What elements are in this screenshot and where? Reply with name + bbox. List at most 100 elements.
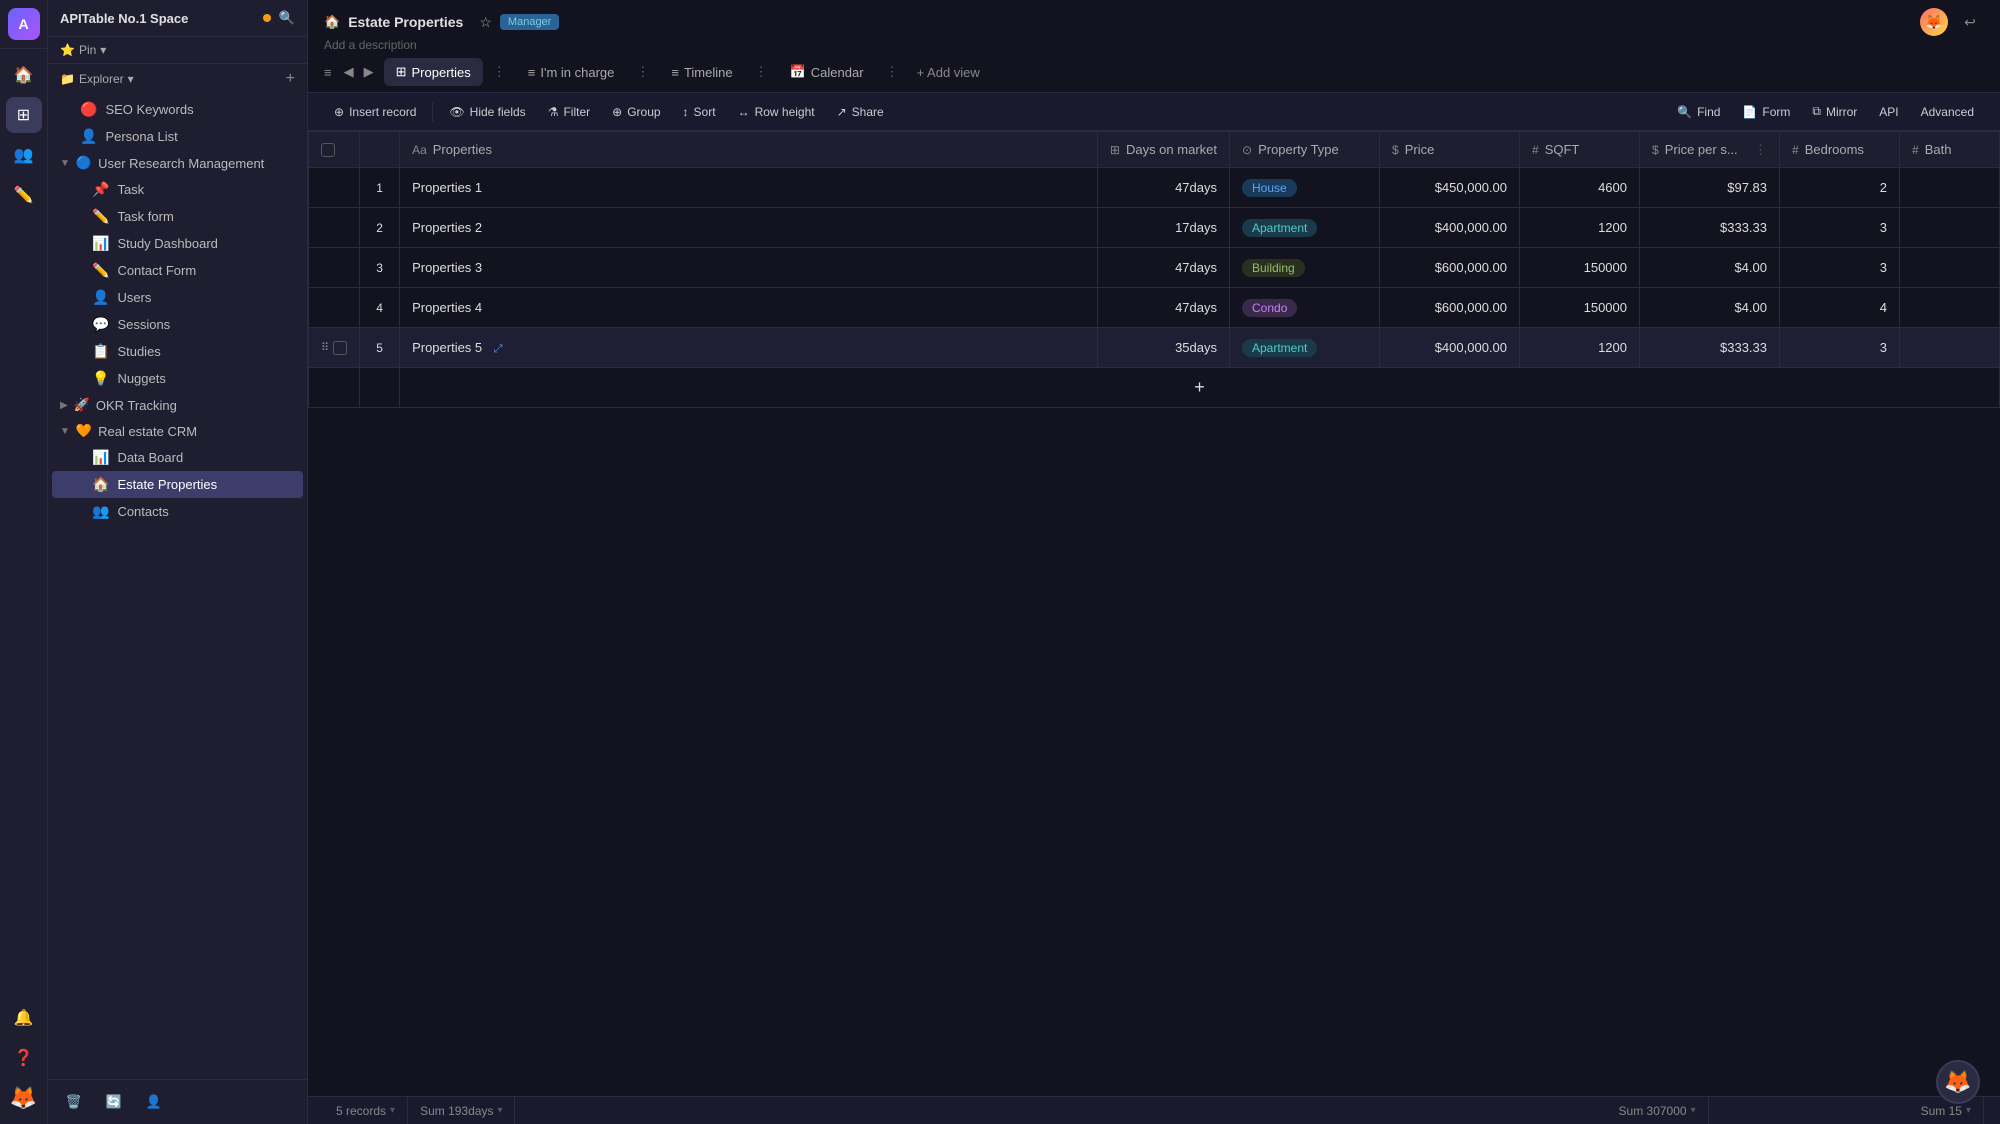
row-price-per: $333.33: [1640, 328, 1780, 368]
row-checkbox[interactable]: [333, 341, 347, 355]
tab-properties[interactable]: ⊞ Properties: [384, 58, 483, 86]
explorer-label[interactable]: Explorer: [79, 72, 124, 86]
sidebar-item-task-form[interactable]: ✏️ Task form: [52, 203, 303, 230]
group-icon: ⊕: [612, 105, 622, 119]
tab-timeline-more[interactable]: ⋮: [749, 60, 774, 84]
tab-timeline[interactable]: ≡ Timeline: [659, 59, 744, 86]
sidebar-item-sessions[interactable]: 💬 Sessions: [52, 311, 303, 338]
find-button[interactable]: 🔍 Find: [1667, 100, 1730, 124]
mirror-button[interactable]: ⧉ Mirror: [1802, 99, 1867, 124]
row-sqft: 1200: [1520, 328, 1640, 368]
add-item-icon[interactable]: +: [286, 70, 295, 88]
col-sqft-header[interactable]: # SQFT: [1520, 132, 1640, 168]
nav-home-icon[interactable]: 🏠: [6, 57, 42, 93]
sessions-icon: 💬: [92, 316, 109, 333]
col-checkbox-header[interactable]: [309, 132, 360, 168]
star-favorite-icon[interactable]: ☆: [479, 14, 492, 31]
row-property-name[interactable]: Properties 3: [400, 248, 1098, 288]
row-checkbox-cell: [309, 288, 360, 328]
add-row-button[interactable]: +: [400, 368, 2000, 408]
study-dashboard-icon: 📊: [92, 235, 109, 252]
tab-calendar[interactable]: 📅 Calendar: [778, 58, 876, 86]
col-price-per-header[interactable]: $ Price per s... ⋮: [1640, 132, 1780, 168]
row-price: $400,000.00: [1380, 208, 1520, 248]
row-type-tag: Condo: [1242, 299, 1297, 317]
nav-help-icon[interactable]: ❓: [6, 1040, 42, 1076]
contacts-icon: 👥: [92, 503, 109, 520]
row-property-name[interactable]: Properties 2: [400, 208, 1098, 248]
estate-props-icon: 🏠: [92, 476, 109, 493]
col-price-header[interactable]: $ Price: [1380, 132, 1520, 168]
row-bath: [1900, 248, 2000, 288]
user-avatar-topbar[interactable]: 🦊: [1920, 8, 1948, 36]
workspace-avatar[interactable]: A: [8, 8, 40, 40]
nav-user-circle-icon[interactable]: 🦊: [6, 1080, 42, 1116]
tab-calendar-more[interactable]: ⋮: [880, 60, 905, 84]
sidebar-item-nuggets[interactable]: 💡 Nuggets: [52, 365, 303, 392]
row-bedrooms: 3: [1780, 248, 1900, 288]
search-icon[interactable]: 🔍: [279, 10, 295, 26]
insert-record-button[interactable]: ⊕ Insert record: [324, 100, 426, 124]
sidebar-item-estate-properties[interactable]: 🏠 Estate Properties: [52, 471, 303, 498]
filter-button[interactable]: ⚗ Filter: [538, 100, 600, 124]
sidebar-item-users[interactable]: 👤 Users: [52, 284, 303, 311]
sidebar-item-seo-keywords[interactable]: 🔴 SEO Keywords: [52, 96, 303, 123]
user-add-icon[interactable]: 👤: [140, 1088, 168, 1116]
nav-grid-icon[interactable]: ⊞: [6, 97, 42, 133]
sidebar-group-user-research[interactable]: ▼ 🔵 User Research Management: [48, 150, 307, 176]
sidebar-group-real-estate[interactable]: ▼ 🧡 Real estate CRM: [48, 418, 307, 444]
col-properties-header[interactable]: Aa Properties: [400, 132, 1098, 168]
col-days-header[interactable]: ⊞ Days on market: [1097, 132, 1229, 168]
share-button[interactable]: ↗ Share: [827, 100, 894, 124]
col-bedrooms-header[interactable]: # Bedrooms: [1780, 132, 1900, 168]
sidebar-item-task[interactable]: 📌 Task: [52, 176, 303, 203]
floating-avatar[interactable]: 🦊: [1936, 1060, 1980, 1104]
pin-bar[interactable]: ⭐ Pin ▾: [48, 37, 307, 64]
sidebar-group-okr[interactable]: ▶ 🚀 OKR Tracking: [48, 392, 307, 418]
nav-back-icon[interactable]: ◀: [340, 60, 358, 84]
row-height-button[interactable]: ↔ Row height: [728, 100, 825, 124]
tab-im-in-charge[interactable]: ≡ I'm in charge: [516, 59, 627, 86]
sidebar-item-study-dashboard[interactable]: 📊 Study Dashboard: [52, 230, 303, 257]
hide-fields-button[interactable]: 👁 Hide fields: [439, 100, 535, 124]
row-expand-icon[interactable]: ⤢: [494, 343, 503, 355]
nav-bell-icon[interactable]: 🔔: [6, 1000, 42, 1036]
group-button[interactable]: ⊕ Group: [602, 100, 670, 124]
sidebar-item-contact-form[interactable]: ✏️ Contact Form: [52, 257, 303, 284]
col-bath-icon: #: [1912, 143, 1919, 157]
trash-icon[interactable]: 🗑️: [60, 1088, 88, 1116]
status-records-count[interactable]: 5 records ▾: [324, 1097, 408, 1124]
row-property-name[interactable]: Properties 5 ⤢: [400, 328, 1098, 368]
sort-button[interactable]: ↕ Sort: [673, 100, 726, 124]
topbar-more-icon[interactable]: ↩: [1956, 8, 1984, 36]
sidebar-item-studies[interactable]: 📋 Studies: [52, 338, 303, 365]
status-sum-days[interactable]: Sum 193days ▾: [408, 1097, 515, 1124]
nav-pen-icon[interactable]: ✏️: [6, 177, 42, 213]
form-button[interactable]: 📄 Form: [1732, 100, 1800, 124]
tab-charge-more[interactable]: ⋮: [630, 60, 655, 84]
select-all-checkbox[interactable]: [321, 143, 335, 157]
status-sum-sqft[interactable]: Sum 307000 ▾: [1607, 1097, 1709, 1124]
sidebar-item-data-board[interactable]: 📊 Data Board: [52, 444, 303, 471]
sidebar-item-contacts[interactable]: 👥 Contacts: [52, 498, 303, 525]
hide-label: Hide fields: [470, 105, 526, 119]
row-property-name[interactable]: Properties 1: [400, 168, 1098, 208]
api-button[interactable]: API: [1869, 100, 1908, 124]
sidebar-toggle-icon[interactable]: ≡: [324, 65, 332, 80]
tab-properties-more[interactable]: ⋮: [487, 60, 512, 84]
nav-forward-icon[interactable]: ▶: [360, 60, 378, 84]
row-property-name[interactable]: Properties 4: [400, 288, 1098, 328]
advanced-button[interactable]: Advanced: [1911, 100, 1984, 124]
col-price-per-label: Price per s...: [1665, 142, 1738, 157]
mirror-label: Mirror: [1826, 105, 1857, 119]
refresh-icon[interactable]: 🔄: [100, 1088, 128, 1116]
row-drag-icon[interactable]: ⠿: [321, 341, 329, 354]
sidebar-item-persona-list[interactable]: 👤 Persona List: [52, 123, 303, 150]
page-description[interactable]: Add a description: [308, 38, 2000, 56]
col-more-icon[interactable]: ⋮: [1754, 142, 1767, 158]
add-view-button[interactable]: + Add view: [909, 61, 988, 84]
col-bath-header[interactable]: # Bath: [1900, 132, 2000, 168]
nav-team-icon[interactable]: 👥: [6, 137, 42, 173]
row-days: 47days: [1097, 168, 1229, 208]
col-type-header[interactable]: ⊙ Property Type: [1230, 132, 1380, 168]
